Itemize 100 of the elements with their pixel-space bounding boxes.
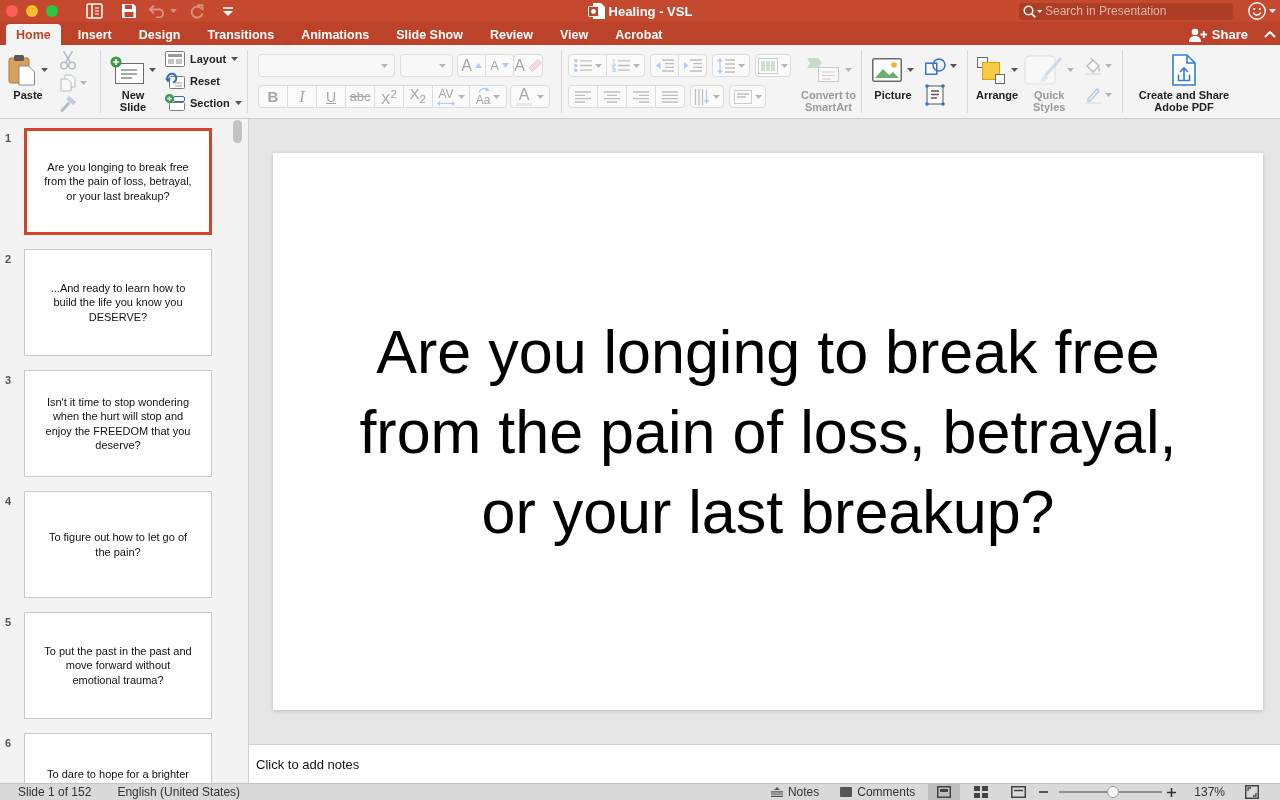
smiley-icon[interactable] (1248, 2, 1266, 20)
slide-thumbnail[interactable]: Are you longing to break free from the pain of loss, betrayal, or your last breakup? (24, 128, 212, 235)
slide-canvas[interactable]: Are you longing to break free from the pain of loss, betrayal, or your last breakup? (273, 153, 1263, 710)
slide-counter: Slide 1 of 152 (18, 784, 92, 800)
layout-icon (165, 51, 185, 67)
caret-icon (907, 67, 914, 72)
caret-icon (149, 67, 156, 72)
brush-icon (1024, 54, 1063, 85)
text-direction-icon (694, 88, 710, 105)
caret-icon (537, 94, 544, 99)
numbered-list-icon (611, 59, 630, 72)
layout-button[interactable]: Layout (165, 51, 242, 67)
zoom-window-icon[interactable] (46, 5, 58, 17)
align-center-icon (604, 90, 620, 103)
thumbnail-text: Isn't it time to stop wondering when the hurt will stop and enjoy the FREEDOM that you deserve? (44, 394, 192, 453)
slide-number: 5 (5, 616, 12, 628)
decrease-indent-icon (655, 59, 674, 72)
thumbnail-text: To put the past in the past and move forward without emotional trauma? (43, 643, 193, 688)
align-text-icon (733, 89, 752, 104)
caret-icon (594, 63, 602, 68)
slide-number: 1 (5, 132, 12, 144)
diagram-icon (805, 56, 840, 83)
caret-icon (41, 67, 48, 72)
ribbon-tab[interactable]: Review (479, 24, 543, 45)
add-person-icon (1188, 27, 1207, 42)
save-icon[interactable] (121, 3, 137, 19)
notes-button[interactable]: Notes (769, 784, 820, 800)
picture-icon (872, 57, 902, 82)
arrange-icon (976, 55, 1007, 84)
section-icon (165, 94, 185, 111)
normal-view-icon (937, 786, 952, 798)
grid-view-icon (974, 786, 989, 798)
picture-button[interactable]: Picture (869, 50, 917, 113)
align-right-icon (633, 90, 649, 103)
slide-number: 6 (5, 737, 12, 749)
zoom-percentage: 137% (1194, 784, 1225, 800)
slide-number: 2 (5, 253, 12, 265)
ribbon-tab[interactable]: View (550, 24, 599, 45)
justify-icon (662, 90, 678, 103)
curved-arrow-icon (478, 87, 491, 93)
triangle-up-icon (474, 63, 482, 68)
ribbon-tab[interactable]: Home (6, 24, 61, 45)
caret-icon (1011, 67, 1019, 72)
ribbon-tab[interactable]: Slide Show (386, 24, 473, 45)
scrollbar[interactable] (233, 120, 242, 143)
create-pdf-button[interactable]: Create and Share Adobe PDF (1129, 50, 1239, 113)
fit-window-icon[interactable] (1245, 785, 1259, 799)
share-button[interactable]: Share (1188, 24, 1248, 45)
minimize-window-icon[interactable] (26, 5, 38, 17)
slide-thumbnail[interactable]: Isn't it time to stop wondering when the hurt will stop and enjoy the FREEDOM that you deserve? (24, 370, 212, 477)
section-button[interactable]: Section (165, 94, 242, 111)
caret-icon (234, 100, 242, 105)
chevron-up-icon[interactable] (1264, 29, 1276, 38)
caret-icon (754, 94, 762, 99)
close-window-icon[interactable] (6, 5, 18, 17)
toolbar-menu-icon[interactable] (223, 6, 233, 16)
language-label: English (United States) (117, 784, 241, 800)
caret-icon[interactable] (1269, 9, 1276, 13)
slide-thumbnail[interactable]: To put the past in the past and move forward without emotional trauma? (24, 612, 212, 719)
line-spacing-icon (717, 57, 735, 74)
ribbon-tab[interactable]: Insert (67, 24, 122, 45)
reset-button[interactable]: Reset (165, 72, 242, 89)
slide-reset-icon (165, 72, 185, 89)
double-arrow-icon (437, 100, 455, 106)
columns-icon (758, 57, 778, 74)
caret-icon (844, 67, 852, 72)
sidebar-icon[interactable] (86, 3, 103, 19)
slide-number: 3 (5, 374, 12, 386)
caret-icon (1067, 67, 1075, 72)
slide-text[interactable]: Are you longing to break free from the pain of loss, betrayal, or your last breakup? (343, 311, 1193, 552)
paste-button[interactable]: Paste (5, 50, 51, 113)
caret-icon (458, 94, 465, 99)
slide-thumbnail[interactable]: ...And ready to learn how to build the life you know you DESERVE? (24, 249, 212, 356)
text-box-icon[interactable] (925, 84, 945, 106)
caret-icon (231, 57, 239, 61)
ribbon-tab[interactable]: Transitions (197, 24, 285, 45)
zoom-slider-thumb[interactable] (1106, 786, 1119, 798)
notes-field[interactable]: Click to add notes (249, 744, 1280, 783)
new-slide-button[interactable]: New Slide (107, 50, 159, 113)
normal-view-button[interactable] (928, 784, 961, 800)
plus-icon[interactable] (1167, 787, 1177, 797)
slide-number: 4 (5, 495, 12, 507)
align-left-icon (575, 90, 591, 103)
ribbon-tab[interactable]: Animations (291, 24, 380, 45)
ribbon-tab[interactable]: Design (128, 24, 191, 45)
slide-thumbnail[interactable]: To figure out how to let go of the pain? (24, 491, 212, 598)
minus-icon[interactable] (1039, 791, 1049, 793)
slide-thumbnail[interactable]: To dare to hope for a brighter (24, 733, 212, 783)
caret-icon (713, 94, 720, 99)
caret-icon[interactable] (950, 64, 957, 68)
document-icon (587, 2, 605, 20)
arrange-button[interactable]: Arrange (973, 50, 1022, 113)
ribbon-tab[interactable]: Acrobat (605, 24, 673, 45)
caret-icon (738, 63, 745, 68)
thumbnail-text: ...And ready to learn how to build the life you know you DESERVE? (49, 280, 187, 325)
share-document-icon (1170, 53, 1198, 86)
triangle-down-icon (501, 63, 509, 68)
comments-button[interactable]: Comments (840, 784, 916, 800)
search-icon (1023, 4, 1043, 18)
shapes-icon[interactable] (925, 57, 946, 75)
